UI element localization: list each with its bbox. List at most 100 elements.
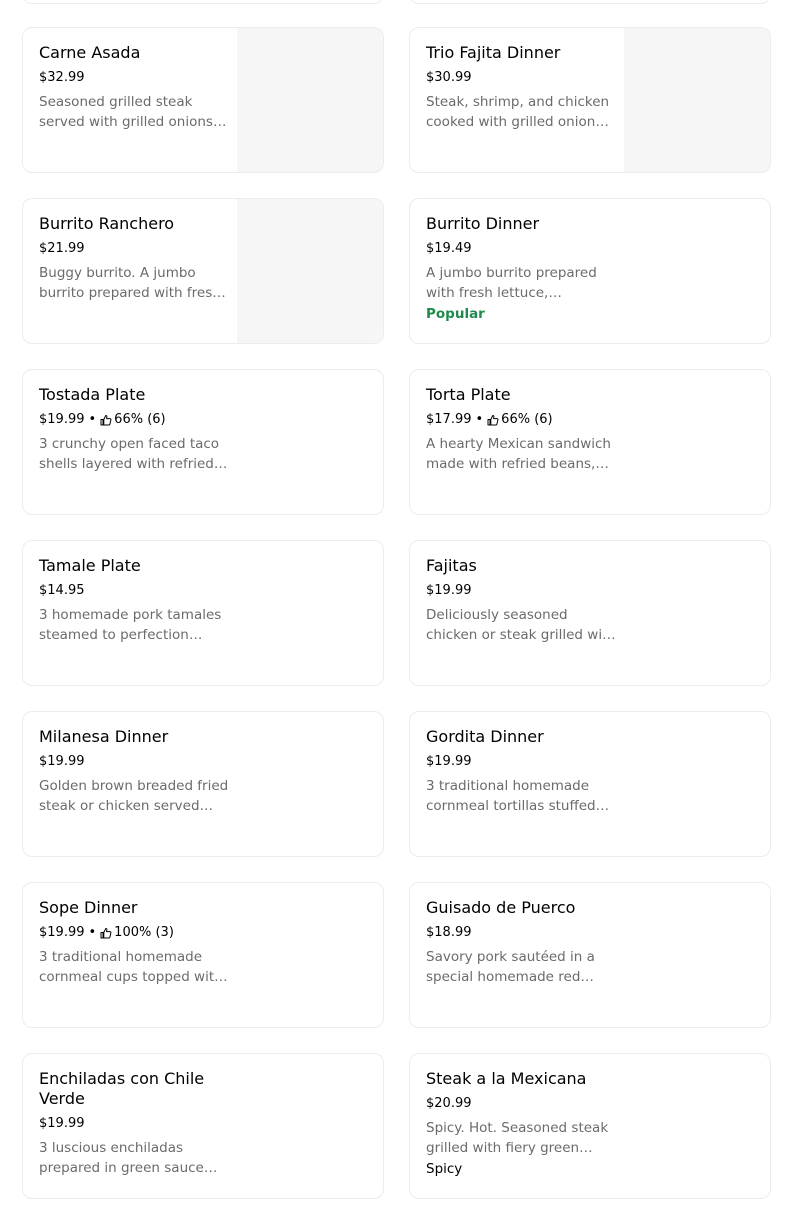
menu-item-name: Burrito Ranchero (39, 214, 175, 233)
menu-item-description: A jumbo burrito prepared with fresh lett… (426, 265, 597, 301)
menu-item-card[interactable]: Fajitas $19.99 Deliciously seasoned chicke… (409, 540, 771, 686)
menu-item-meta: $21.99 (39, 239, 229, 259)
menu-item-price: $32.99 (39, 70, 85, 85)
menu-item-meta: $19.99 (39, 1114, 229, 1134)
menu-item-name: Carne Asada (39, 43, 141, 62)
menu-item-info: Guisado de Puerco $18.99 Savory pork sauté… (426, 898, 616, 987)
menu-item-card[interactable]: Enchiladas con Chile Verde $19.99 3 luscio… (22, 1053, 384, 1199)
menu-item-meta: $19.99 (426, 581, 616, 601)
menu-item-info: Enchiladas con Chile Verde $19.99 3 luscio… (39, 1069, 229, 1178)
menu-item-description: Steak, shrimp, and chicken cooked with g… (426, 94, 610, 130)
menu-item-image[interactable] (237, 28, 383, 172)
menu-item-meta: $30.99 (426, 68, 616, 88)
menu-item-price: $17.99 (426, 412, 472, 427)
menu-item-card[interactable]: Gordita Dinner $19.99 3 traditional homema… (409, 711, 771, 857)
menu-item-meta: $19.99 • 100% (3) (39, 923, 229, 943)
menu-item-name: Milanesa Dinner (39, 727, 169, 746)
menu-item-info: Steak a la Mexicana $20.99 Spicy. Hot. Sea… (426, 1069, 616, 1179)
menu-item-price: $21.99 (39, 241, 85, 256)
menu-item-description: Seasoned grilled steak served with grill… (39, 94, 218, 130)
menu-item-name: Steak a la Mexicana (426, 1069, 587, 1088)
menu-item-image[interactable] (237, 199, 383, 343)
menu-item-info: Trio Fajita Dinner $30.99 Steak, shrimp, a… (426, 43, 616, 132)
menu-item-card[interactable]: Sope Dinner $19.99 • 100% (3) 3 traditional … (22, 882, 384, 1028)
menu-item-info: Carne Asada $32.99 Seasoned grilled steak … (39, 43, 229, 132)
menu-item-price: $19.99 (39, 925, 85, 940)
menu-item-info: Torta Plate $17.99 • 66% (6) A hearty Mexica… (426, 385, 616, 474)
menu-item-card[interactable]: Milanesa Dinner $19.99 Golden brown breade… (22, 711, 384, 857)
menu-item-price: $30.99 (426, 70, 472, 85)
thumbs-up-icon (487, 415, 499, 426)
menu-item-description: Buggy burrito. A jumbo burrito prepared … (39, 265, 221, 301)
spicy-badge: Spicy (426, 1161, 463, 1177)
menu-item-card[interactable]: Torta Plate $17.99 • 66% (6) A hearty Mexica… (409, 369, 771, 515)
menu-item-price: $19.99 (426, 754, 472, 769)
menu-item-name: Sope Dinner (39, 898, 138, 917)
menu-item-meta: $20.99 (426, 1094, 616, 1114)
menu-item-meta: $19.49 (426, 239, 616, 259)
menu-item-price: $19.99 (426, 583, 472, 598)
menu-item-name: Tamale Plate (39, 556, 141, 575)
menu-item-description: Spicy. Hot. Seasoned steak grilled with … (426, 1120, 609, 1156)
menu-item-price: $20.99 (426, 1096, 472, 1111)
menu-item-rating: 66% (6) (114, 412, 166, 427)
meta-separator: • (475, 412, 484, 427)
menu-item-price: $19.49 (426, 241, 472, 256)
menu-item-info: Burrito Dinner $19.49 A jumbo burrito prep… (426, 214, 616, 324)
menu-item-card[interactable]: Tamale Plate $14.95 3 homemade pork tamale… (22, 540, 384, 686)
menu-item-name: Trio Fajita Dinner (426, 43, 561, 62)
menu-item-card[interactable]: Carne Asada $32.99 Seasoned grilled steak … (22, 27, 384, 173)
menu-item-card[interactable]: Trio Fajita Dinner $30.99 Steak, shrimp, a… (409, 27, 771, 173)
menu-item-meta: $19.99 • 66% (6) (39, 410, 229, 430)
thumbs-up-icon (100, 415, 112, 426)
menu-item-info: Tostada Plate $19.99 • 66% (6) 3 crunchy ope… (39, 385, 229, 474)
menu-item-description: A hearty Mexican sandwich made with refr… (426, 436, 611, 472)
menu-item-meta: $19.99 (39, 752, 229, 772)
thumbs-up-icon (100, 928, 112, 939)
menu-item-card[interactable]: Burrito Dinner $19.49 A jumbo burrito prep… (409, 198, 771, 344)
menu-item-image[interactable] (624, 28, 770, 172)
menu-item-rating: 100% (3) (114, 925, 174, 940)
menu-item-info: Fajitas $19.99 Deliciously seasoned chicke… (426, 556, 616, 645)
menu-item-card-partial[interactable] (22, 0, 384, 4)
menu-item-info: Burrito Ranchero $21.99 Buggy burrito. A j… (39, 214, 229, 303)
menu-item-rating: 66% (6) (501, 412, 553, 427)
menu-item-price: $19.99 (39, 754, 85, 769)
menu-item-card[interactable]: Burrito Ranchero $21.99 Buggy burrito. A j… (22, 198, 384, 344)
menu-item-meta: $19.99 (426, 752, 616, 772)
menu-item-info: Milanesa Dinner $19.99 Golden brown breade… (39, 727, 229, 816)
menu-item-name: Torta Plate (426, 385, 511, 404)
menu-item-description: 3 crunchy open faced taco shells layered… (39, 436, 220, 472)
menu-item-name: Tostada Plate (39, 385, 146, 404)
menu-item-card-partial[interactable] (409, 0, 771, 4)
menu-item-meta: $32.99 (39, 68, 229, 88)
menu-item-meta: $14.95 (39, 581, 229, 601)
menu-item-price: $19.99 (39, 1116, 85, 1131)
menu-item-price: $19.99 (39, 412, 85, 427)
popular-badge: Popular (426, 306, 485, 322)
menu-item-info: Sope Dinner $19.99 • 100% (3) 3 traditional … (39, 898, 229, 987)
meta-separator: • (88, 412, 97, 427)
menu-item-name: Guisado de Puerco (426, 898, 576, 917)
menu-item-meta: $17.99 • 66% (6) (426, 410, 616, 430)
menu-item-description: Savory pork sautéed in a special homemad… (426, 949, 595, 985)
menu-item-info: Tamale Plate $14.95 3 homemade pork tamale… (39, 556, 229, 645)
menu-item-description: 3 luscious enchiladas prepared in green … (39, 1140, 204, 1176)
menu-item-price: $18.99 (426, 925, 472, 940)
menu-item-card[interactable]: Guisado de Puerco $18.99 Savory pork sauté… (409, 882, 771, 1028)
menu-item-info: Gordita Dinner $19.99 3 traditional homema… (426, 727, 616, 816)
menu-item-name: Enchiladas con Chile Verde (39, 1069, 205, 1108)
menu-item-description: 3 homemade pork tamales steamed to perfe… (39, 607, 222, 643)
menu-item-name: Fajitas (426, 556, 477, 575)
menu-item-description: Deliciously seasoned chicken or steak gr… (426, 607, 616, 643)
menu-item-card[interactable]: Tostada Plate $19.99 • 66% (6) 3 crunchy ope… (22, 369, 384, 515)
menu-item-meta: $18.99 (426, 923, 616, 943)
menu-item-name: Gordita Dinner (426, 727, 544, 746)
menu-item-description: 3 traditional homemade cornmeal cups top… (39, 949, 223, 985)
menu-item-name: Burrito Dinner (426, 214, 540, 233)
menu-item-description: 3 traditional homemade cornmeal tortilla… (426, 778, 596, 814)
meta-separator: • (88, 925, 97, 940)
menu-item-card[interactable]: Steak a la Mexicana $20.99 Spicy. Hot. Sea… (409, 1053, 771, 1199)
menu-item-description: Golden brown breaded fried steak or chic… (39, 778, 229, 814)
menu-item-price: $14.95 (39, 583, 85, 598)
